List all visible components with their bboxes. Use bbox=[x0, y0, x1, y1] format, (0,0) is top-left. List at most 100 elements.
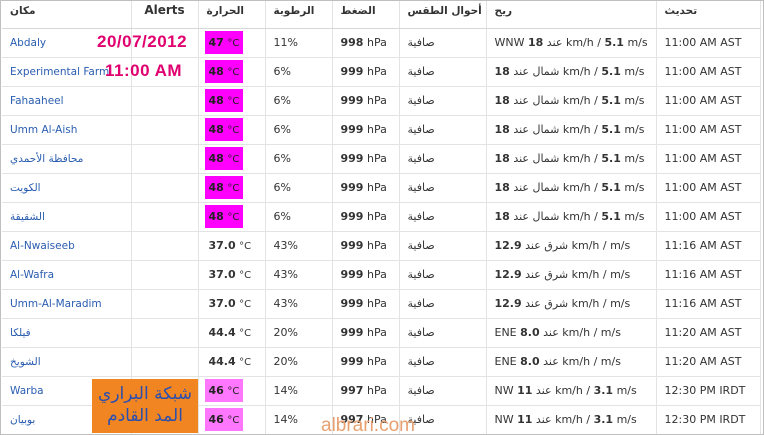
temp-value-box: 37.0 °C bbox=[205, 263, 256, 286]
pressure-value: 997 bbox=[340, 384, 364, 397]
updated-cell: 11:00 AM AST bbox=[656, 115, 761, 145]
updated-cell: 11:16 AM AST bbox=[656, 260, 761, 290]
temp-unit: °C bbox=[239, 328, 252, 339]
temp-cell: 48 °C bbox=[198, 57, 266, 87]
temp-cell: 46 °C bbox=[198, 405, 266, 434]
place-link[interactable]: الشويخ bbox=[2, 347, 132, 377]
wind-ms: 5.1 bbox=[601, 123, 621, 136]
pressure-value: 999 bbox=[340, 94, 364, 107]
place-link[interactable]: Al-Nwaiseeb bbox=[2, 231, 132, 261]
col-header-alerts[interactable]: Alerts bbox=[131, 1, 199, 29]
temp-value: 48 bbox=[208, 152, 224, 165]
temp-value: 37.0 bbox=[208, 297, 236, 310]
wind-ms: 5.1 bbox=[601, 181, 621, 194]
wind-ms: 5.1 bbox=[601, 94, 621, 107]
col-header-place[interactable]: مكان bbox=[2, 1, 132, 29]
col-header-conditions[interactable]: أحوال الطقس bbox=[399, 1, 487, 29]
wind-speed: 11 bbox=[517, 384, 533, 397]
temp-value: 48 bbox=[208, 94, 224, 107]
temp-unit: °C bbox=[227, 415, 240, 426]
col-header-humidity[interactable]: الرطوبة bbox=[265, 1, 333, 29]
humidity-cell: 6% bbox=[265, 144, 333, 174]
temp-cell: 48 °C bbox=[198, 144, 266, 174]
wind-ms-unit: m/s bbox=[624, 210, 645, 223]
temp-unit: °C bbox=[227, 38, 240, 49]
pressure-cell: 999 hPa bbox=[332, 318, 400, 348]
place-link[interactable]: Al-Wafra bbox=[2, 260, 132, 290]
conditions-cell: صافية bbox=[399, 28, 487, 58]
place-link[interactable]: Umm-Al-Maradim bbox=[2, 289, 132, 319]
watermark: albrari.com bbox=[321, 415, 415, 435]
humidity-cell: 6% bbox=[265, 86, 333, 116]
pressure-cell: 999 hPa bbox=[332, 202, 400, 232]
pressure-unit: hPa bbox=[366, 123, 387, 136]
pressure-value: 999 bbox=[340, 355, 364, 368]
alerts-cell bbox=[131, 289, 199, 319]
wind-text: عند km/h / bbox=[535, 413, 591, 426]
col-header-updated[interactable]: تحديث bbox=[656, 1, 761, 29]
place-link[interactable]: محافظة الأحمدي bbox=[2, 144, 132, 174]
wind-ms-unit: m/s bbox=[624, 94, 645, 107]
place-link[interactable]: فيلكا bbox=[2, 318, 132, 348]
temp-value: 48 bbox=[208, 65, 224, 78]
wind-ms: 5.1 bbox=[601, 152, 621, 165]
pressure-value: 998 bbox=[340, 36, 364, 49]
wind-ms: 3.1 bbox=[593, 384, 614, 397]
temp-cell: 46 °C bbox=[198, 376, 266, 406]
place-link[interactable]: Umm Al-Aish bbox=[2, 115, 132, 145]
col-header-pressure[interactable]: الضغط bbox=[332, 1, 400, 29]
wind-speed: 18 bbox=[494, 152, 510, 165]
humidity-cell: 43% bbox=[265, 260, 333, 290]
wind-speed: 12.9 bbox=[494, 268, 522, 281]
wind-direction: ENE bbox=[494, 326, 517, 339]
updated-cell: 11:16 AM AST bbox=[656, 231, 761, 261]
pressure-cell: 999 hPa bbox=[332, 144, 400, 174]
alerts-cell bbox=[131, 260, 199, 290]
temp-unit: °C bbox=[227, 154, 240, 165]
col-header-wind[interactable]: ريح bbox=[486, 1, 657, 29]
alerts-cell bbox=[131, 115, 199, 145]
place-link[interactable]: الشقيقة bbox=[2, 202, 132, 232]
humidity-cell: 14% bbox=[265, 376, 333, 406]
pressure-value: 999 bbox=[340, 123, 364, 136]
table-row: Al-Nwaiseeb 37.0 °C 43% 999 hPa صافية 12.9 ش… bbox=[2, 231, 761, 261]
wind-speed: 11 bbox=[517, 413, 533, 426]
conditions-cell: صافية bbox=[399, 376, 487, 406]
pressure-value: 999 bbox=[340, 210, 364, 223]
temp-value-box: 44.4 °C bbox=[205, 321, 256, 344]
temp-value: 48 bbox=[208, 181, 224, 194]
place-link[interactable]: الكويت bbox=[2, 173, 132, 203]
temp-value-box: 44.4 °C bbox=[205, 350, 256, 373]
temp-value: 46 bbox=[208, 384, 224, 397]
alerts-cell bbox=[131, 173, 199, 203]
pressure-value: 999 bbox=[340, 326, 364, 339]
place-link[interactable]: Fahaaheel bbox=[2, 86, 132, 116]
wind-ms-unit: m/s bbox=[600, 355, 621, 368]
wind-ms: 5.1 bbox=[604, 36, 624, 49]
wind-text: شمال عند km/h / bbox=[513, 210, 598, 223]
wind-ms: 3.1 bbox=[593, 413, 614, 426]
humidity-cell: 6% bbox=[265, 173, 333, 203]
wind-ms-unit: m/s bbox=[616, 384, 637, 397]
temp-cell: 37.0 °C bbox=[198, 231, 266, 261]
wind-text: شرق عند km/h / bbox=[525, 297, 607, 310]
wind-cell: NW 11 عند km/h / 3.1 m/s bbox=[486, 405, 657, 434]
pressure-cell: 999 hPa bbox=[332, 173, 400, 203]
col-header-temp[interactable]: الحرارة bbox=[198, 1, 266, 29]
temp-cell: 44.4 °C bbox=[198, 318, 266, 348]
humidity-cell: 43% bbox=[265, 289, 333, 319]
wind-text: عند km/h / bbox=[543, 355, 598, 368]
temp-value: 44.4 bbox=[208, 355, 236, 368]
wind-speed: 8.0 bbox=[520, 355, 540, 368]
updated-cell: 11:00 AM AST bbox=[656, 57, 761, 87]
weather-table-frame: مكان Alerts الحرارة الرطوبة الضغط أحوال … bbox=[0, 0, 764, 435]
pressure-value: 999 bbox=[340, 65, 364, 78]
temp-unit: °C bbox=[239, 270, 252, 281]
pressure-cell: 999 hPa bbox=[332, 57, 400, 87]
table-row: الشقيقة 48 °C 6% 999 hPa صافية 18 شمال عند k… bbox=[2, 202, 761, 232]
temp-unit: °C bbox=[227, 96, 240, 107]
wind-direction: NW bbox=[494, 413, 514, 426]
updated-cell: 11:20 AM AST bbox=[656, 347, 761, 377]
wind-direction: WNW bbox=[494, 36, 525, 49]
pressure-cell: 999 hPa bbox=[332, 231, 400, 261]
